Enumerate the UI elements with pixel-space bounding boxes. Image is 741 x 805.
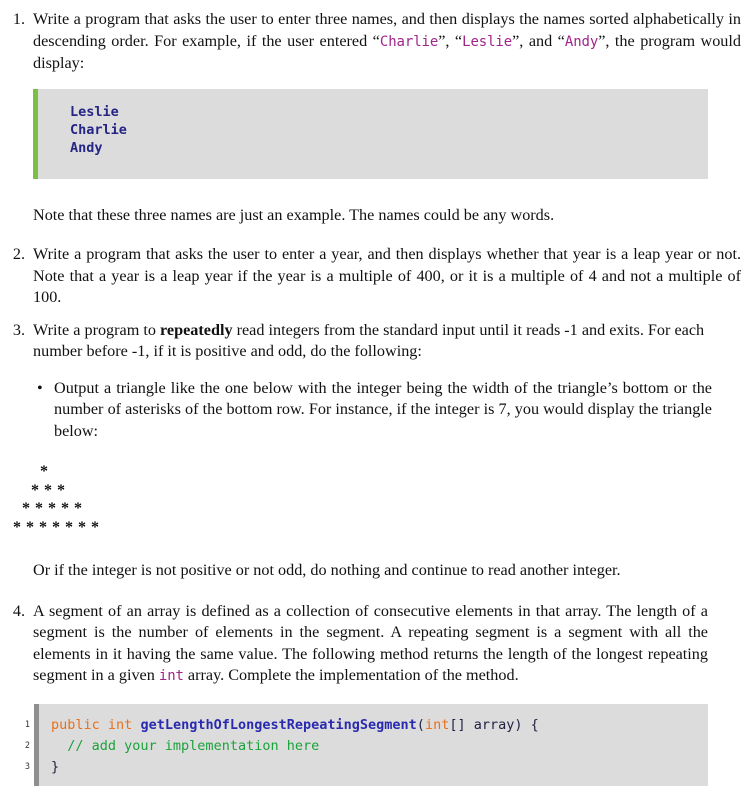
q1-code-leslie: Leslie — [462, 33, 513, 50]
java-code-block: 1 2 3 public int getLengthOfLongestRepea… — [0, 703, 708, 786]
java-code-line-3: } — [51, 757, 708, 778]
bullet-dot-icon: • — [37, 378, 43, 397]
q1-part-4: ”, and “ — [512, 31, 565, 50]
note-after-triangle: Or if the integer is not positive or not… — [33, 561, 621, 579]
exercise-text-4: A segment of an array is defined as a co… — [33, 601, 708, 688]
exercise-text-3: Write a program to repeatedly read integ… — [33, 320, 741, 363]
exercise-number-4: 4. — [12, 601, 25, 620]
q1-code-andy: Andy — [564, 33, 599, 50]
exercise-text-1: Write a program that asks the user to en… — [33, 9, 741, 75]
exercise-item-3: 3. Write a program to repeatedly read in… — [0, 320, 741, 363]
note-after-exercise-1: Note that these three names are just an … — [33, 205, 555, 224]
java-keyword-int-return: int — [107, 716, 133, 733]
java-line2-indent — [51, 738, 67, 754]
output-code-text: Leslie Charlie Andy — [70, 103, 127, 156]
bullet-text-triangle: Output a triangle like the one below wit… — [54, 378, 712, 440]
q1-code-charlie: Charlie — [379, 33, 439, 50]
bullet-item-triangle: • Output a triangle like the one below w… — [37, 378, 741, 443]
exercise-text-2: Write a program that asks the user to en… — [33, 245, 741, 306]
exercise-item-4: 4. A segment of an array is defined as a… — [0, 601, 741, 688]
line-number-1: 1 — [24, 719, 30, 730]
exercise-item-2: 2. Write a program that asks the user to… — [0, 244, 741, 309]
java-keyword-int-param: int — [424, 716, 450, 733]
java-method-name: getLengthOfLongestRepeatingSegment — [140, 716, 417, 733]
line-number-3: 3 — [24, 761, 30, 772]
document-page: 1. Write a program that asks the user to… — [0, 9, 741, 805]
java-space-1 — [100, 717, 108, 733]
java-keyword-public: public — [51, 716, 100, 733]
java-paren-open: ( — [416, 716, 425, 733]
q4-part-2: array. Complete the implementation of th… — [183, 666, 519, 684]
exercise-list: 1. Write a program that asks the user to… — [0, 9, 741, 75]
exercise-3-bullet-list: • Output a triangle like the one below w… — [0, 378, 741, 443]
java-code-content: public int getLengthOfLongestRepeatingSe… — [39, 703, 708, 786]
exercise-number-1: 1. — [12, 10, 25, 28]
exercise-number-3: 3. — [12, 320, 25, 339]
exercise-item-1: 1. Write a program that asks the user to… — [0, 9, 741, 75]
output-code-block: Leslie Charlie Andy — [33, 88, 708, 179]
ascii-triangle: * * * * * * * * * * * * * * * * — [13, 463, 100, 536]
java-line1-rest: [] array) { — [449, 716, 539, 733]
q4-code-int: int — [158, 668, 184, 684]
q1-part-2: ”, “ — [438, 31, 463, 50]
java-closing-brace: } — [51, 758, 60, 775]
java-comment: // add your implementation here — [67, 737, 320, 754]
q3-bold-repeatedly: repeatedly — [160, 320, 233, 339]
java-code-line-2: // add your implementation here — [51, 736, 708, 757]
code-line-number-gutter: 1 2 3 — [0, 703, 34, 786]
exercise-list-continued: 2. Write a program that asks the user to… — [0, 244, 741, 363]
q3-part-0: Write a program to — [33, 320, 161, 339]
exercise-list-final: 4. A segment of an array is defined as a… — [0, 601, 741, 688]
line-number-2: 2 — [24, 740, 30, 751]
java-code-line-1: public int getLengthOfLongestRepeatingSe… — [51, 715, 708, 736]
java-code-pre: public int getLengthOfLongestRepeatingSe… — [51, 715, 708, 778]
exercise-number-2: 2. — [12, 245, 25, 263]
